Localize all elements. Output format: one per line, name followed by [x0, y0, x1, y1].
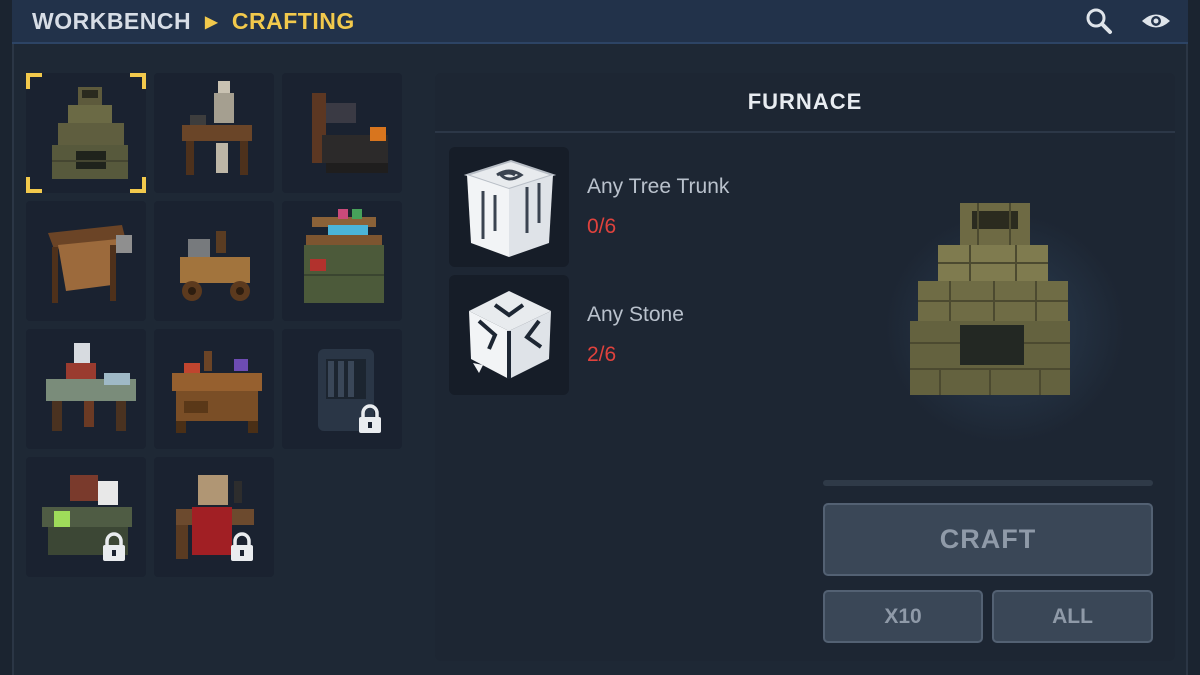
selection-corner: [130, 73, 146, 89]
tanning-rack-thumbnail: [48, 225, 132, 303]
stone-icon: [469, 291, 551, 379]
craft-progress-bar: [823, 480, 1153, 486]
lock-icon: [103, 532, 125, 561]
breadcrumb-workbench[interactable]: WORKBENCH: [32, 8, 191, 35]
skeleton-workbench-thumbnail: [182, 81, 252, 175]
recipe-tile-skeleton-workbench[interactable]: [154, 73, 274, 193]
tree-trunk-icon: [463, 159, 557, 257]
recipe-tile-tanning-rack[interactable]: [26, 201, 146, 321]
recipe-tile-alchemy-shelf[interactable]: [282, 201, 402, 321]
ingredient-name: Any Tree Trunk: [587, 175, 730, 198]
forge-thumbnail: [312, 93, 388, 173]
recipe-tile-forge[interactable]: [282, 73, 402, 193]
recipe-tile-dark-cabinet[interactable]: [282, 329, 402, 449]
ingredient-name: Any Stone: [587, 303, 684, 326]
craft-x10-button[interactable]: X10: [823, 590, 983, 643]
recipe-tile-furnace[interactable]: [26, 73, 146, 193]
header-bar: WORKBENCH ▶ CRAFTING: [12, 0, 1188, 44]
breadcrumb-crafting: CRAFTING: [231, 8, 355, 34]
alchemy-shelf-thumbnail: [304, 209, 384, 303]
lock-icon: [231, 532, 253, 561]
tailoring-table-thumbnail: [46, 343, 136, 431]
eye-icon[interactable]: [1140, 6, 1172, 36]
furnace-thumbnail: [52, 87, 128, 179]
recipe-tile-cooking-table[interactable]: [154, 329, 274, 449]
lock-icon: [359, 404, 381, 433]
selection-corner: [26, 177, 42, 193]
ingredient-row: Any Tree Trunk 0/6: [449, 147, 809, 267]
recipe-grid: [26, 73, 402, 577]
craft-button[interactable]: CRAFT: [823, 503, 1153, 576]
breadcrumb-arrow-icon: ▶: [205, 13, 218, 31]
recipe-tile-tailoring-table[interactable]: [26, 329, 146, 449]
recipe-title: FURNACE: [435, 73, 1175, 133]
breadcrumb: WORKBENCH ▶ CRAFTING: [32, 8, 355, 35]
furnace-preview: [910, 203, 1070, 395]
recipe-tile-cart-bench[interactable]: [154, 201, 274, 321]
ingredient-count: 2/6: [587, 343, 617, 366]
cart-bench-thumbnail: [180, 231, 250, 301]
recipe-tile-banner-table[interactable]: [154, 457, 274, 577]
craft-all-button[interactable]: ALL: [992, 590, 1153, 643]
cooking-table-thumbnail: [172, 351, 262, 433]
ingredient-row: Any Stone 2/6: [449, 275, 809, 395]
recipe-detail-panel: FURNACE Any Tree Trunk 0/6 Any Stone 2/6…: [435, 73, 1175, 661]
ingredient-count: 0/6: [587, 215, 617, 238]
selection-corner: [130, 177, 146, 193]
selection-corner: [26, 73, 42, 89]
recipe-tile-potion-table[interactable]: [26, 457, 146, 577]
search-icon[interactable]: [1083, 6, 1115, 36]
